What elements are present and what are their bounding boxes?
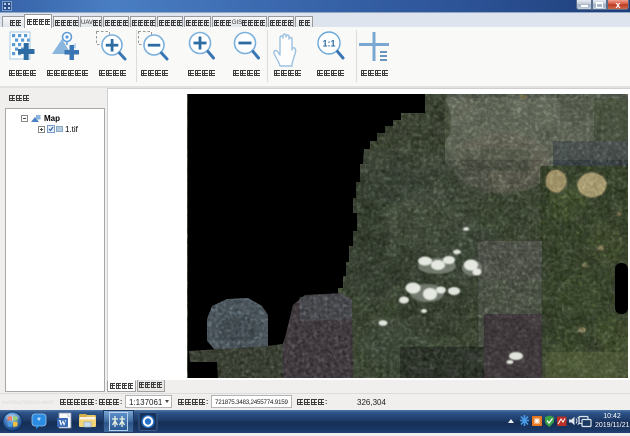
svg-text:1:1: 1:1 [322,39,335,49]
svg-text:*: * [37,416,41,427]
svg-text:W: W [59,419,67,428]
